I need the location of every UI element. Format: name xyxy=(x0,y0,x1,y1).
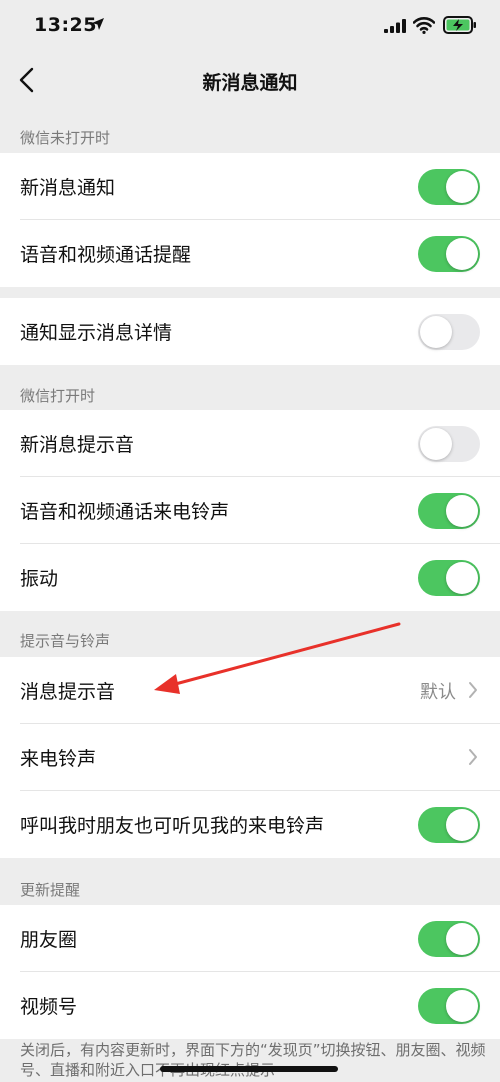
group-update-reminder: 朋友圈 视频号 xyxy=(0,905,500,1039)
group-wechat-open: 新消息提示音 语音和视频通话来电铃声 振动 xyxy=(0,410,500,611)
row-call-ringtone[interactable]: 语音和视频通话来电铃声 xyxy=(0,477,500,544)
row-label: 新消息通知 xyxy=(20,177,116,199)
moments-toggle[interactable] xyxy=(418,921,480,957)
row-label: 朋友圈 xyxy=(20,929,78,951)
row-label: 振动 xyxy=(20,568,59,590)
voice-video-reminder-toggle[interactable] xyxy=(418,236,480,272)
message-tone-toggle[interactable] xyxy=(418,426,480,462)
status-time: 13:25 xyxy=(34,14,97,36)
row-label: 语音和视频通话提醒 xyxy=(20,244,192,266)
section-label-wechat-open: 微信打开时 xyxy=(20,387,96,405)
group-wechat-closed: 新消息通知 语音和视频通话提醒 xyxy=(0,153,500,287)
row-label: 语音和视频通话来电铃声 xyxy=(20,501,230,523)
battery-charging-icon xyxy=(443,16,476,34)
row-show-details[interactable]: 通知显示消息详情 xyxy=(0,298,500,365)
location-arrow-icon xyxy=(92,18,104,30)
row-moments[interactable]: 朋友圈 xyxy=(0,905,500,972)
row-label: 来电铃声 xyxy=(20,748,97,770)
row-label: 视频号 xyxy=(20,996,78,1018)
row-label: 通知显示消息详情 xyxy=(20,322,173,344)
group-show-details: 通知显示消息详情 xyxy=(0,298,500,365)
new-message-notify-toggle[interactable] xyxy=(418,169,480,205)
show-details-toggle[interactable] xyxy=(418,314,480,350)
footnote: 关闭后，有内容更新时，界面下方的“发现页”切换按钮、朋友圈、视频号、直播和附近入… xyxy=(20,1041,486,1079)
row-voice-video-reminder[interactable]: 语音和视频通话提醒 xyxy=(0,220,500,287)
home-indicator xyxy=(160,1066,338,1072)
row-label: 新消息提示音 xyxy=(20,434,135,456)
row-new-message-notify[interactable]: 新消息通知 xyxy=(0,153,500,220)
row-friends-hear-ringtone[interactable]: 呼叫我时朋友也可听见我的来电铃声 xyxy=(0,791,500,858)
row-vibrate[interactable]: 振动 xyxy=(0,544,500,611)
call-ringtone-toggle[interactable] xyxy=(418,493,480,529)
wifi-icon xyxy=(413,17,435,34)
row-ringtone[interactable]: 来电铃声 xyxy=(0,724,500,791)
channels-toggle[interactable] xyxy=(418,988,480,1024)
page-title: 新消息通知 xyxy=(202,72,298,94)
friends-hear-ringtone-toggle[interactable] xyxy=(418,807,480,843)
section-label-update-reminder: 更新提醒 xyxy=(20,881,81,899)
row-label: 消息提示音 xyxy=(20,681,116,703)
section-label-wechat-closed: 微信未打开时 xyxy=(20,129,111,147)
navigation-bar: 新消息通知 xyxy=(0,52,500,108)
vibrate-toggle[interactable] xyxy=(418,560,480,596)
row-message-tone[interactable]: 新消息提示音 xyxy=(0,410,500,477)
status-bar: 13:25 xyxy=(0,0,500,52)
group-sounds: 消息提示音 默认 来电铃声 呼叫我时朋友也可听见我的来电铃声 xyxy=(0,657,500,858)
row-message-sound[interactable]: 消息提示音 默认 xyxy=(0,657,500,724)
section-label-sounds: 提示音与铃声 xyxy=(20,632,111,650)
row-channels[interactable]: 视频号 xyxy=(0,972,500,1039)
chevron-right-icon xyxy=(469,682,477,698)
chevron-right-icon xyxy=(469,749,477,765)
row-label: 呼叫我时朋友也可听见我的来电铃声 xyxy=(20,815,325,837)
message-sound-value: 默认 xyxy=(420,682,456,703)
cellular-signal-icon xyxy=(384,19,406,33)
